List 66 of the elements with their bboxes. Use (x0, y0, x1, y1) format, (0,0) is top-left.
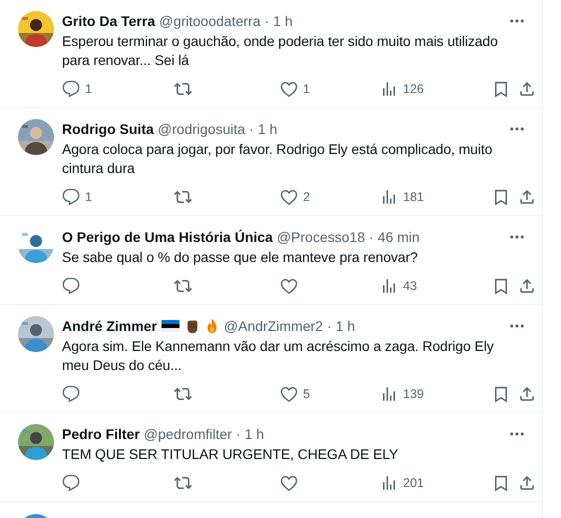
like-count: 5 (303, 387, 310, 401)
share-icon[interactable] (518, 80, 536, 98)
like-icon[interactable] (280, 474, 298, 492)
share-icon[interactable] (518, 385, 536, 403)
separator-dot: · (264, 12, 270, 31)
separator-dot: · (249, 120, 254, 139)
post-time[interactable]: 46 min (378, 227, 420, 247)
like-icon[interactable] (280, 277, 298, 295)
post-time[interactable]: 1 h (258, 119, 278, 139)
author-name[interactable]: Pedro Filter (62, 424, 140, 444)
share-icon[interactable] (518, 277, 536, 295)
author-handle[interactable]: @rodrigosuita (158, 119, 246, 139)
view-count: 139 (403, 387, 424, 401)
reply-icon[interactable] (62, 277, 80, 295)
view-count: 43 (403, 279, 417, 293)
reply-icon[interactable] (62, 385, 80, 403)
reply-count: 1 (85, 190, 92, 204)
author-name[interactable]: O Perigo de Uma História Única (62, 227, 273, 247)
author-name[interactable]: André Zimmer (62, 316, 157, 336)
bookmark-icon[interactable] (492, 188, 510, 206)
share-icon[interactable] (518, 188, 536, 206)
post-text: TEM QUE SER TITULAR URGENTE, CHEGA DE ELY (62, 445, 400, 464)
like-icon[interactable] (280, 188, 298, 206)
bookmark-icon[interactable] (492, 474, 510, 492)
author-handle[interactable]: @gritooodaterra (159, 11, 260, 31)
bookmark-icon[interactable] (492, 277, 510, 295)
separator-dot: · (326, 317, 332, 336)
views-icon[interactable] (380, 385, 398, 403)
author-handle[interactable]: @AndrZimmer2 (224, 316, 323, 336)
repost-icon[interactable] (174, 385, 192, 403)
author-handle[interactable]: @Processo18 (276, 227, 365, 247)
post-text: Agora coloca para jogar, por favor. Rodrigo Ely está complicado, muito cintura dura (62, 140, 494, 178)
like-icon[interactable] (280, 385, 298, 403)
views-icon[interactable] (380, 188, 398, 206)
view-count: 201 (403, 476, 424, 490)
views-icon[interactable] (380, 474, 398, 492)
views-icon[interactable] (380, 80, 398, 98)
reply-icon[interactable] (62, 188, 80, 206)
reply-icon[interactable] (62, 80, 80, 98)
repost-icon[interactable] (174, 188, 192, 206)
post-time[interactable]: 1 h (244, 424, 264, 444)
bookmark-icon[interactable] (492, 385, 510, 403)
view-count: 126 (403, 82, 424, 96)
reply-icon[interactable] (62, 474, 80, 492)
author-handle[interactable]: @pedromfilter (144, 424, 232, 444)
share-icon[interactable] (518, 474, 536, 492)
post-text: Esperou terminar o gauchão, onde poderia ter sido muito mais utilizado para renovar... Sei lá (62, 32, 499, 70)
repost-icon[interactable] (174, 277, 192, 295)
view-count: 181 (403, 190, 424, 204)
like-icon[interactable] (280, 80, 298, 98)
repost-icon[interactable] (174, 80, 192, 98)
post-text: Agora sim. Ele Kannemann vão dar um acréscimo a zaga. Rodrigo Ely meu Deus do céu... (62, 337, 495, 375)
author-name[interactable]: Rodrigo Suita (62, 119, 154, 139)
post-time[interactable]: 1 h (336, 316, 356, 336)
repost-icon[interactable] (174, 474, 192, 492)
separator-dot: · (236, 425, 241, 444)
reply-count: 1 (85, 82, 92, 96)
separator-dot: · (369, 228, 374, 247)
bookmark-icon[interactable] (492, 80, 510, 98)
like-count: 1 (303, 82, 310, 96)
post-time[interactable]: 1 h (273, 11, 293, 31)
views-icon[interactable] (380, 277, 398, 295)
like-count: 2 (303, 190, 310, 204)
author-name[interactable]: Grito Da Terra (62, 11, 156, 31)
post-text: Se sabe qual o % do passe que ele manteve pra renovar? (62, 248, 419, 267)
flag-icon (160, 320, 180, 332)
